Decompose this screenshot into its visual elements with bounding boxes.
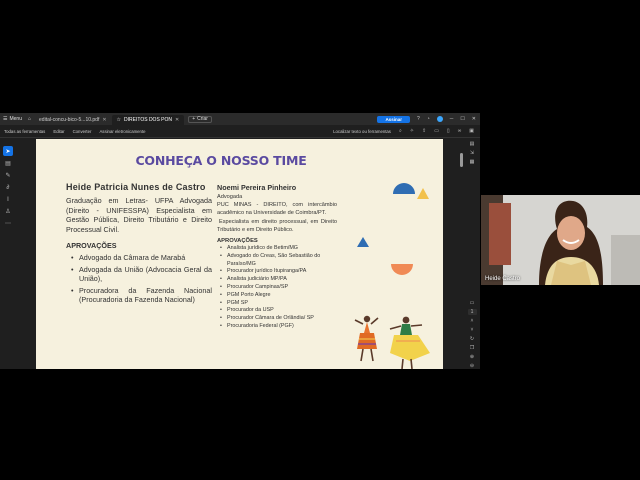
page-number[interactable]: 1	[467, 309, 477, 315]
lasso-icon[interactable]: ∂	[7, 184, 10, 192]
minimize-icon[interactable]: ─	[450, 116, 454, 122]
approvals-list: Analista jurídico de Betim/MG Advogado d…	[217, 245, 337, 331]
list-item: Procuradora da Fazenda Nacional (Procura…	[66, 286, 212, 305]
edit-button[interactable]: Editar	[53, 129, 64, 134]
bell-icon[interactable]: ◔	[427, 116, 430, 122]
list-item: Procurador Campinas/SP	[217, 284, 337, 292]
person-bio-2: Especialista em direito processual, em D…	[217, 218, 337, 233]
tab-direitos[interactable]: ☆ DIREITOS DOS PON ✕	[111, 115, 185, 125]
refresh-icon[interactable]: ↻	[470, 336, 474, 342]
left-toolbar: ➤ ▤ ✎ ∂ I ♙ ⋯	[2, 146, 14, 236]
comment-panel-icon[interactable]: ▤	[470, 141, 475, 147]
person-name: Noemi Pereira Pinheiro	[217, 183, 297, 192]
person-card-heide: Heide Patricia Nunes de Castro Graduação…	[66, 181, 212, 307]
chevron-down-icon[interactable]: ˅	[471, 327, 474, 333]
title-bar: ☰ Menu ⌂ edital-concu-bico-5...10.pdf ✕ …	[0, 113, 480, 125]
toolbar: Todas as ferramentas Editar Converter As…	[0, 125, 480, 138]
participant-name: Heide Castro	[485, 276, 521, 282]
comment-icon[interactable]: ▤	[5, 160, 11, 168]
chevron-up-icon[interactable]: ˄	[471, 318, 474, 324]
list-item: Advogada da União (Advocacia Geral da Un…	[66, 265, 212, 284]
copy-icon[interactable]: ❐	[470, 345, 474, 351]
person-card-noemi: Noemi Pereira Pinheiro Advogada PUC MINA…	[217, 183, 337, 331]
approvals-heading: APROVAÇÕES	[217, 238, 258, 245]
find-text[interactable]: Localizar texto ou ferramentas	[333, 129, 391, 134]
list-item: PGM Porto Alegre	[217, 292, 337, 300]
person-name: Heide Patricia Nunes de Castro	[66, 182, 206, 192]
stamp-icon[interactable]: ♙	[5, 208, 10, 216]
export-icon[interactable]: ⇲	[470, 150, 474, 156]
screen: ☰ Menu ⌂ edital-concu-bico-5...10.pdf ✕ …	[0, 0, 640, 480]
list-item: Analista jurídico de Betim/MG	[217, 245, 337, 253]
slide-title: CONHEÇA O NOSSO TIME	[135, 153, 307, 168]
new-tab-button[interactable]: + Criar	[188, 115, 212, 123]
approvals-list: Advogado da Câmara de Marabá Advogada da…	[66, 253, 212, 305]
right-rail: ▤ ⇲ ▦ ▭ 1 ˄ ˅ ↻ ❐ ⊕ ⊖	[466, 141, 478, 369]
list-item: Advogado do Creas, São Sebastião do Para…	[217, 253, 337, 269]
ai-icon[interactable]: ✧	[410, 128, 414, 134]
close-icon[interactable]: ✕	[175, 117, 179, 123]
home-icon[interactable]: ⌂	[25, 116, 34, 122]
hamburger-icon: ☰	[3, 116, 8, 122]
pdf-viewer-window: ☰ Menu ⌂ edital-concu-bico-5...10.pdf ✕ …	[0, 113, 480, 369]
share-icon[interactable]: ⇪	[422, 128, 426, 134]
cursor-icon[interactable]: ➤	[3, 146, 13, 156]
dancers-illustration	[354, 315, 430, 369]
list-item: Procurador jurídico Itupiranga/PA	[217, 268, 337, 276]
tab-edital[interactable]: edital-concu-bico-5...10.pdf ✕	[34, 115, 112, 125]
text-select-icon[interactable]: I	[7, 196, 9, 204]
list-item: Procuradoria Federal (PGF)	[217, 323, 337, 331]
menu-button[interactable]: ☰ Menu	[0, 113, 25, 125]
semicircle-orange-shape	[391, 264, 413, 275]
menu-label: Menu	[9, 116, 22, 122]
esign-button[interactable]: Assinar eletronicamente	[99, 129, 145, 134]
triangle-yellow-shape	[417, 188, 429, 199]
close-window-icon[interactable]: ✕	[472, 116, 476, 122]
convert-button[interactable]: Converter	[73, 129, 92, 134]
thumbnail-icon[interactable]: ▭	[470, 300, 475, 306]
tab-label: DIREITOS DOS PON	[124, 117, 173, 123]
avatar[interactable]	[436, 116, 443, 122]
pdf-page: CONHEÇA O NOSSO TIME Heide Patricia Nune…	[36, 139, 443, 369]
more-icon[interactable]: ⋯	[5, 220, 11, 228]
person-bio: Graduação em Letras- UFPA Advogada (Dire…	[66, 196, 212, 234]
new-tab-label: Criar	[197, 116, 208, 122]
search-icon[interactable]: ⌕	[399, 128, 402, 134]
close-icon[interactable]: ✕	[102, 117, 106, 123]
person-bio: PUC MINAS - DIREITO, com intercâmbio aca…	[217, 202, 337, 217]
semicircle-blue-shape	[393, 183, 415, 194]
all-tools-button[interactable]: Todas as ferramentas	[4, 129, 45, 134]
organize-icon[interactable]: ▦	[470, 159, 475, 165]
plus-icon: +	[192, 116, 196, 122]
bookmark-icon[interactable]: ▯	[447, 128, 450, 134]
zoom-out-icon[interactable]: ⊖	[470, 363, 474, 369]
tab-label: edital-concu-bico-5...10.pdf	[39, 117, 100, 123]
panel-icon[interactable]: ▣	[469, 128, 474, 134]
link-icon[interactable]: ∞	[458, 128, 462, 134]
list-item: Procurador da USP	[217, 307, 337, 315]
star-icon: ☆	[116, 117, 122, 123]
webcam-tile: Heide Castro	[481, 195, 640, 285]
scrollbar[interactable]	[460, 153, 463, 167]
zoom-in-icon[interactable]: ⊕	[470, 354, 474, 360]
maximize-icon[interactable]: ☐	[460, 116, 464, 122]
print-icon[interactable]: ▭	[434, 128, 439, 134]
list-item: Analista judiciário MP/PA	[217, 276, 337, 284]
list-item: Procurador Câmara de Orlândia/ SP	[217, 315, 337, 323]
webcam-video	[481, 195, 640, 285]
approvals-heading: APROVAÇÕES	[66, 241, 117, 250]
pen-icon[interactable]: ✎	[5, 172, 10, 180]
list-item: Advogado da Câmara de Marabá	[66, 253, 212, 263]
triangle-blue-shape	[357, 237, 369, 247]
list-item: PGM SP	[217, 300, 337, 308]
sign-button[interactable]: Assinar	[377, 115, 410, 123]
person-role: Advogada	[217, 194, 243, 200]
help-icon[interactable]: ?	[417, 116, 420, 122]
